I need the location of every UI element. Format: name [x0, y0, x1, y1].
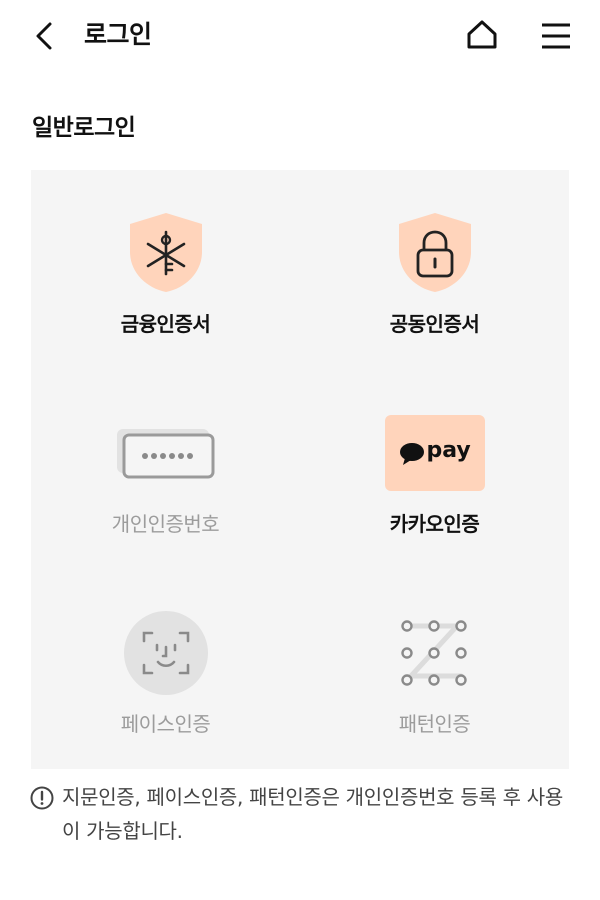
- method-label: 패턴인증: [398, 712, 471, 736]
- face-scan-icon: [123, 611, 208, 695]
- joint-certificate-button[interactable]: 공동인증서: [300, 170, 569, 370]
- menu-button[interactable]: [536, 16, 576, 56]
- method-label: 개인인증번호: [111, 512, 220, 536]
- kakao-pay-icon: pay: [384, 415, 485, 491]
- home-button[interactable]: [462, 16, 502, 56]
- exclamation-circle-icon: [30, 786, 54, 810]
- notice-text: 지문인증, 페이스인증, 패턴인증은 개인인증번호 등록 후 사용이 가능합니다…: [62, 785, 563, 843]
- chevron-left-icon: [36, 22, 52, 50]
- method-label: 페이스인증: [120, 712, 211, 736]
- hamburger-menu-icon: [542, 23, 570, 49]
- personal-pin-button[interactable]: 개인인증번호: [31, 370, 300, 570]
- speech-bubble-icon: [399, 443, 424, 465]
- financial-certificate-shield-icon: [129, 213, 202, 292]
- pattern-dots-icon: [400, 620, 467, 686]
- home-icon: [467, 20, 497, 49]
- face-auth-button[interactable]: 페이스인증: [31, 570, 300, 770]
- method-label: 카카오인증: [389, 512, 480, 536]
- lock-shield-icon: [398, 213, 471, 292]
- kakao-pay-text: pay: [426, 438, 471, 463]
- section-title: 일반로그인: [32, 115, 136, 141]
- page-title: 로그인: [84, 20, 152, 49]
- kakao-auth-button[interactable]: pay 카카오인증: [300, 370, 569, 570]
- method-label: 공동인증서: [389, 312, 480, 336]
- method-label: 금융인증서: [120, 312, 211, 336]
- pattern-auth-button[interactable]: 패턴인증: [300, 570, 569, 770]
- pin-card-icon: [116, 429, 214, 479]
- financial-certificate-button[interactable]: 금융인증서: [31, 170, 300, 370]
- app-header: 로그인: [0, 0, 600, 70]
- login-method-grid: 금융인증서 공동인증서 개인인증번호 pay 카카오인증 페이스인증 패턴인증: [31, 170, 569, 769]
- back-button[interactable]: [26, 16, 66, 56]
